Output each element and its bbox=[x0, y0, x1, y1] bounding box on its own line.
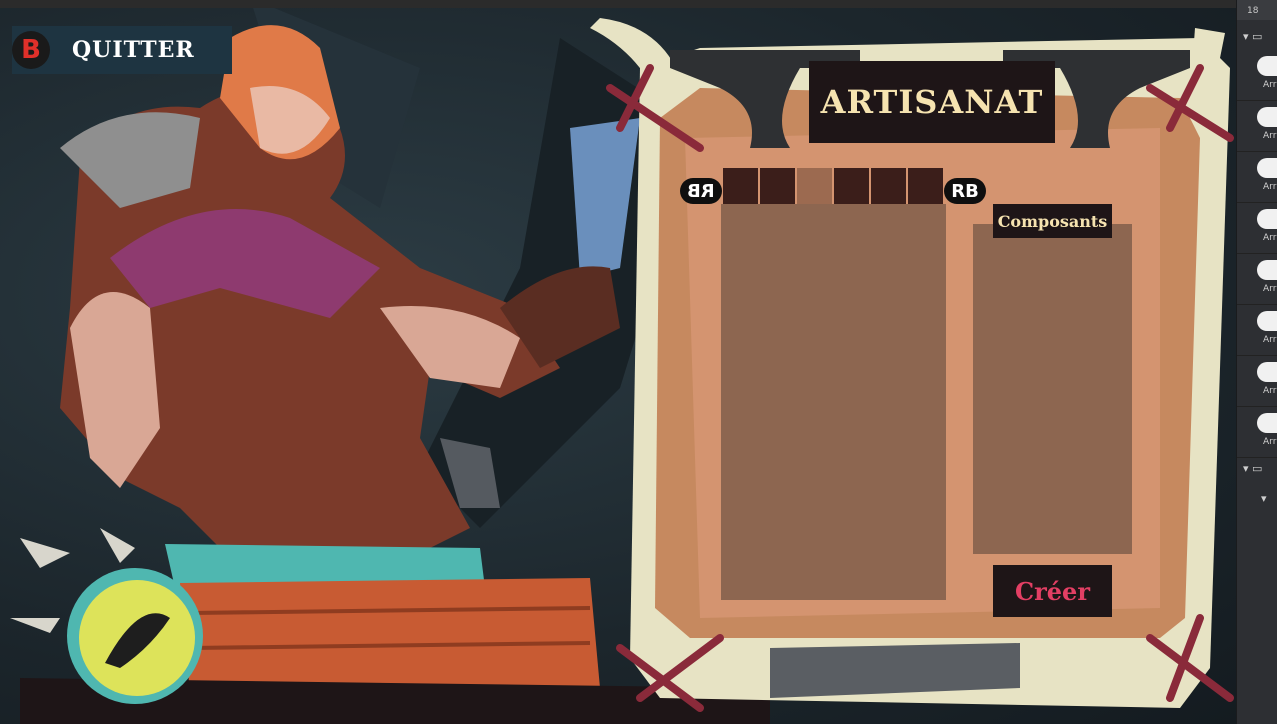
layer-item[interactable]: Arr bbox=[1237, 305, 1277, 356]
editor-panel-header: 18 bbox=[1237, 0, 1277, 20]
layer-thumbnail bbox=[1257, 107, 1277, 127]
category-tab[interactable] bbox=[871, 168, 906, 204]
layer-label: Arr bbox=[1263, 284, 1277, 294]
layer-item[interactable]: Arr bbox=[1237, 101, 1277, 152]
layer-label: Arr bbox=[1263, 386, 1277, 396]
layer-label: Arr bbox=[1263, 80, 1277, 90]
crafting-title-text: ARTISANAT bbox=[820, 83, 1044, 121]
layer-thumbnail bbox=[1257, 311, 1277, 331]
layer-thumbnail bbox=[1257, 362, 1277, 382]
window-top-bar bbox=[0, 0, 1240, 8]
layer-item[interactable]: Arr bbox=[1237, 50, 1277, 101]
category-tab[interactable] bbox=[834, 168, 869, 204]
layer-item[interactable]: Arr bbox=[1237, 203, 1277, 254]
components-header: Composants bbox=[993, 204, 1112, 238]
layer-count: 18 bbox=[1247, 6, 1259, 16]
layer-thumbnail bbox=[1257, 56, 1277, 76]
layer-thumbnail bbox=[1257, 260, 1277, 280]
right-bumper-label: RB bbox=[951, 180, 979, 202]
layer-label: Arr bbox=[1263, 437, 1277, 447]
category-tab[interactable] bbox=[760, 168, 795, 204]
layer-label: Arr bbox=[1263, 335, 1277, 345]
quit-button[interactable]: B QUITTER bbox=[12, 26, 232, 74]
b-key-label: B bbox=[21, 35, 41, 65]
category-tab-active[interactable] bbox=[797, 168, 832, 204]
right-bumper-button[interactable]: RB bbox=[944, 178, 986, 204]
counter-front bbox=[180, 578, 600, 693]
left-bumper-button[interactable]: RB bbox=[680, 178, 722, 204]
create-button[interactable]: Créer bbox=[993, 565, 1112, 617]
layer-item[interactable]: Arr bbox=[1237, 152, 1277, 203]
layer-thumbnail bbox=[1257, 209, 1277, 229]
layer-item[interactable]: Arr bbox=[1237, 254, 1277, 305]
category-tab[interactable] bbox=[908, 168, 943, 204]
layer-label: Arr bbox=[1263, 182, 1277, 192]
layer-thumbnail bbox=[1257, 413, 1277, 433]
editor-side-panel: 18 ▾ ▭ Arr Arr Arr Arr Arr Arr Arr Arr ▾… bbox=[1236, 0, 1277, 724]
folder-icon[interactable]: ▾ ▭ bbox=[1243, 462, 1262, 475]
recipe-list[interactable] bbox=[721, 204, 946, 600]
components-list bbox=[973, 224, 1132, 554]
b-key-icon: B bbox=[12, 31, 50, 69]
category-tab[interactable] bbox=[723, 168, 758, 204]
layer-label: Arr bbox=[1263, 131, 1277, 141]
components-header-text: Composants bbox=[997, 211, 1108, 231]
chevron-down-icon[interactable]: ▾ bbox=[1261, 492, 1267, 505]
left-bumper-label: RB bbox=[687, 180, 715, 202]
layer-label: Arr bbox=[1263, 233, 1277, 243]
create-button-label: Créer bbox=[1015, 576, 1090, 606]
crafting-title: ARTISANAT bbox=[809, 61, 1055, 143]
layer-item[interactable]: Arr bbox=[1237, 356, 1277, 407]
layer-item[interactable]: Arr bbox=[1237, 407, 1277, 458]
folder-icon[interactable]: ▾ ▭ bbox=[1243, 30, 1262, 43]
quit-label: QUITTER bbox=[72, 37, 195, 63]
layer-thumbnail bbox=[1257, 158, 1277, 178]
